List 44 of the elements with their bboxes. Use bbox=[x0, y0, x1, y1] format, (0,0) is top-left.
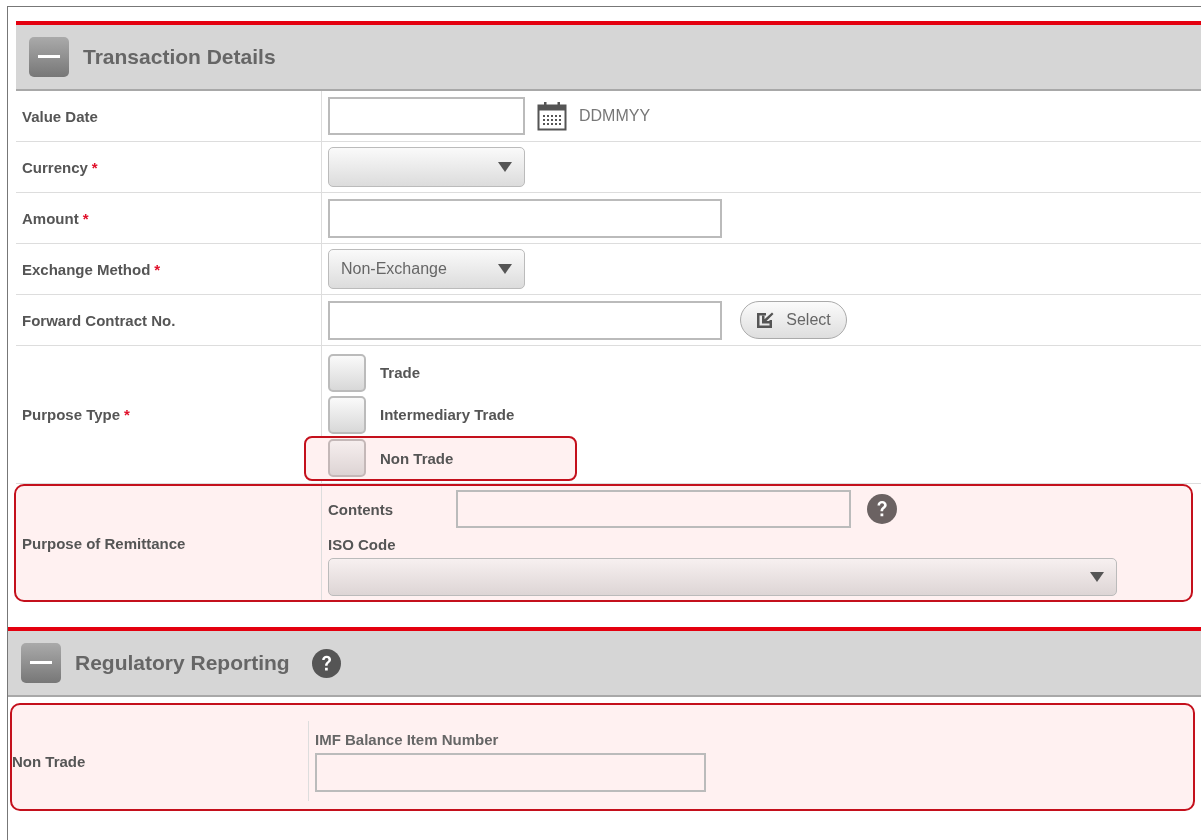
checkbox-label: Non Trade bbox=[380, 450, 454, 467]
field-label: Purpose Type bbox=[22, 406, 121, 423]
collapse-button[interactable] bbox=[21, 643, 61, 683]
section-title: Regulatory Reporting bbox=[75, 651, 290, 675]
minus-icon bbox=[38, 55, 60, 59]
field-label: Value Date bbox=[22, 107, 98, 125]
checkbox-label: Intermediary Trade bbox=[380, 406, 515, 424]
collapse-button[interactable] bbox=[29, 37, 69, 77]
dropdown[interactable]: Non-Exchange bbox=[328, 249, 525, 289]
dropdown[interactable] bbox=[328, 147, 525, 187]
caret-icon bbox=[1090, 572, 1104, 582]
text-field[interactable] bbox=[328, 300, 722, 340]
field-label: IMF Balance Item Number bbox=[315, 730, 499, 748]
field-label: Contents bbox=[328, 500, 394, 518]
minus-icon bbox=[30, 661, 52, 665]
text-field[interactable] bbox=[328, 198, 722, 238]
caret-icon bbox=[498, 162, 512, 172]
checkbox[interactable] bbox=[328, 395, 366, 434]
field-label: Exchange Method bbox=[22, 260, 151, 278]
required-mark: * bbox=[124, 406, 130, 423]
required-mark: * bbox=[154, 260, 161, 278]
field-label: Non Trade bbox=[12, 752, 86, 770]
field-label: ISO Code bbox=[328, 536, 397, 553]
date-format-hint: DDMMYY bbox=[579, 107, 651, 125]
checkbox[interactable] bbox=[328, 439, 366, 478]
section-title: Transaction Details bbox=[83, 45, 276, 69]
checkbox[interactable] bbox=[328, 354, 366, 392]
edit-icon bbox=[756, 311, 775, 329]
field-label: Amount bbox=[22, 209, 79, 227]
help-icon[interactable] bbox=[311, 648, 341, 678]
date-field[interactable] bbox=[328, 97, 525, 135]
field-label: Purpose of Remittance bbox=[22, 534, 186, 552]
text-field[interactable] bbox=[315, 752, 706, 792]
field-label: Currency bbox=[22, 158, 88, 176]
field-label: Forward Contract No. bbox=[22, 311, 176, 329]
help-icon[interactable] bbox=[867, 494, 897, 524]
checkbox-label: Trade bbox=[380, 364, 421, 382]
required-mark: * bbox=[91, 158, 98, 176]
dropdown[interactable] bbox=[328, 558, 1117, 596]
calendar-icon[interactable] bbox=[537, 101, 567, 131]
caret-icon bbox=[498, 264, 512, 274]
required-mark: * bbox=[82, 209, 89, 227]
text-field[interactable] bbox=[456, 490, 851, 528]
select-button[interactable]: Select bbox=[740, 301, 847, 339]
